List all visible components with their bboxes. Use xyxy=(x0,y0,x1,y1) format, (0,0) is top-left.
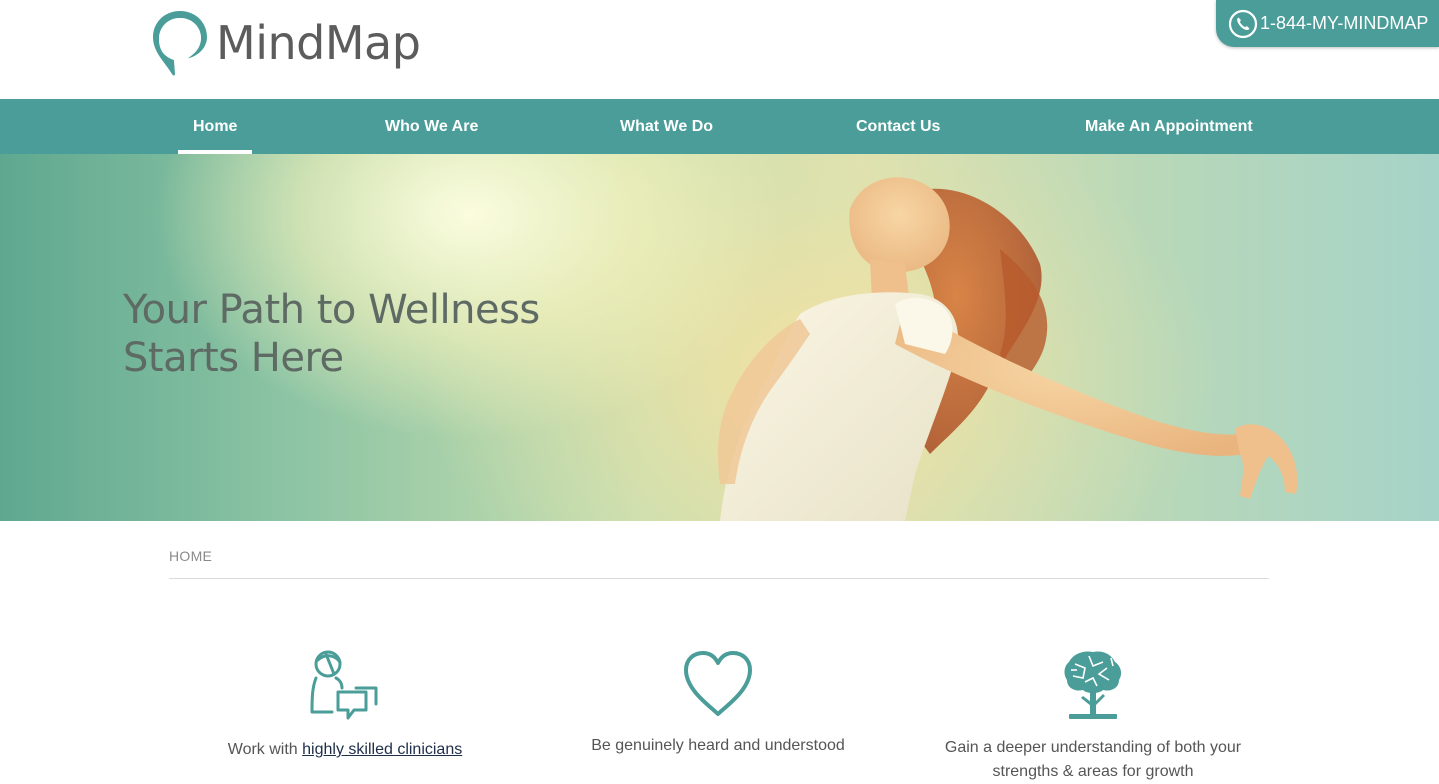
feature-clinicians-text: Work with highly skilled clinicians xyxy=(165,738,525,762)
nav-what-we-do[interactable]: What We Do xyxy=(620,99,713,154)
hero-banner: Your Path to Wellness Starts Here xyxy=(0,154,1439,521)
logo[interactable]: MindMap xyxy=(150,8,421,78)
clinicians-link[interactable]: highly skilled clinicians xyxy=(302,741,462,758)
nav-who-we-are[interactable]: Who We Are xyxy=(385,99,478,154)
main-nav: Home Who We Are What We Do Contact Us Ma… xyxy=(0,99,1439,154)
feature-understanding: Gain a deeper understanding of both your… xyxy=(913,648,1273,784)
speech-pin-icon xyxy=(153,11,207,76)
breadcrumb: HOME xyxy=(169,548,1269,579)
clinician-chat-icon xyxy=(310,650,378,720)
feature-clinicians: Work with highly skilled clinicians xyxy=(165,648,525,762)
breadcrumb-current: HOME xyxy=(169,548,213,564)
hero-line-2: Starts Here xyxy=(123,335,344,381)
feature-heard: Be genuinely heard and understood xyxy=(538,648,898,758)
phone-tab[interactable]: 1-844-MY-MINDMAP xyxy=(1216,0,1439,47)
hero-line-1: Your Path to Wellness xyxy=(123,287,540,333)
nav-make-appointment[interactable]: Make An Appointment xyxy=(1085,99,1253,154)
nav-contact-us[interactable]: Contact Us xyxy=(856,99,940,154)
phone-number: 1-844-MY-MINDMAP xyxy=(1260,13,1429,33)
nav-home[interactable]: Home xyxy=(177,99,254,154)
heart-icon xyxy=(684,651,752,716)
hero-headline: Your Path to Wellness Starts Here xyxy=(123,286,643,382)
feature-clinicians-prefix: Work with xyxy=(227,741,303,758)
brain-tree-icon xyxy=(1064,651,1122,719)
phone-icon xyxy=(1228,9,1258,38)
site-header: MindMap 1-844-MY-MINDMAP xyxy=(0,0,1439,99)
brand-name: MindMap xyxy=(216,16,421,70)
feature-heard-text: Be genuinely heard and understood xyxy=(591,737,845,754)
